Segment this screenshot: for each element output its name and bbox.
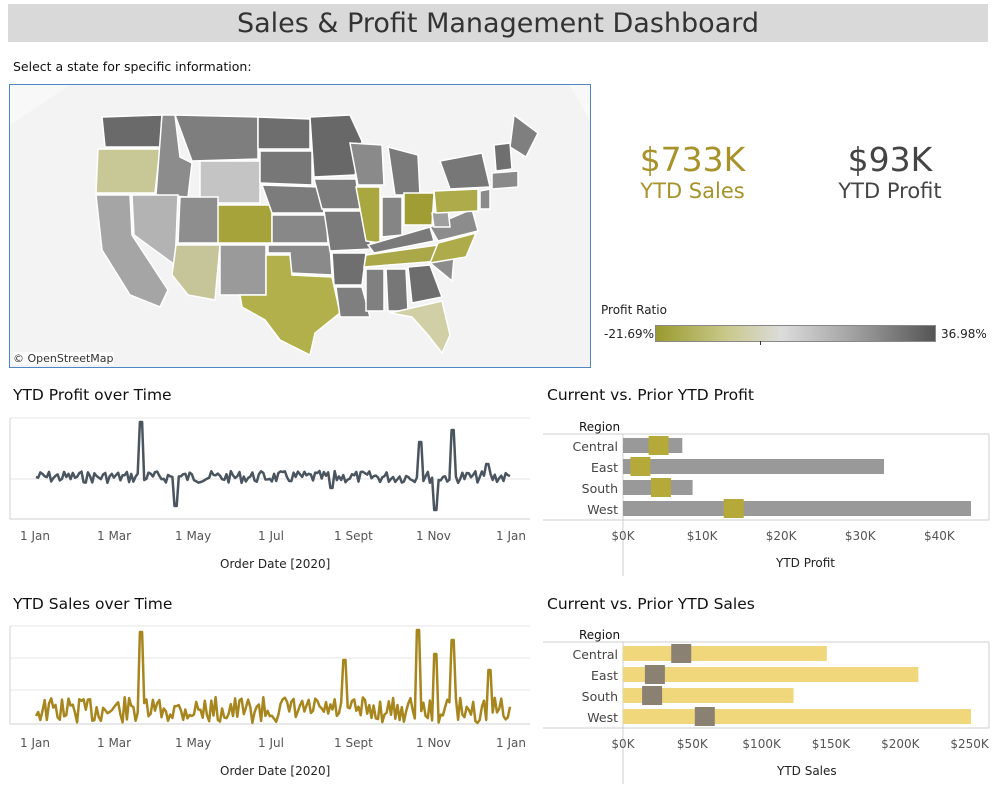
sales-bar-current-bar[interactable] xyxy=(623,667,919,682)
state-ms xyxy=(365,268,385,312)
sales-bar-xtick: $200K xyxy=(881,737,921,751)
legend-zero-tick xyxy=(760,341,761,345)
profit-bar-current-bar[interactable] xyxy=(623,501,971,516)
ytd-profit-kpi: $93K YTD Profit xyxy=(825,140,955,203)
sales-bar-xtitle: YTD Sales xyxy=(777,764,837,778)
sales-time-xtick: 1 Jan xyxy=(20,736,50,750)
profit-bar-prior-marker[interactable] xyxy=(630,457,651,476)
legend-max: 36.98% xyxy=(941,327,987,341)
state-nm xyxy=(219,244,267,296)
profit-time-chart[interactable] xyxy=(9,414,540,524)
profit-ratio-gradient xyxy=(655,325,936,342)
profit-bar-title: Current vs. Prior YTD Profit xyxy=(547,386,755,404)
state-or xyxy=(95,148,161,194)
profit-time-xtitle: Order Date [2020] xyxy=(220,557,331,571)
profit-time-xtick: 1 Jan xyxy=(496,529,526,543)
state-al xyxy=(385,268,409,312)
legend-min: -21.69% xyxy=(604,327,655,341)
profit-time-xtick: 1 Mar xyxy=(97,529,132,543)
sales-bar-xtick: $50K xyxy=(677,737,709,751)
profit-time-line xyxy=(35,420,511,512)
state-pa xyxy=(433,188,479,214)
ytd-sales-kpi: $733K YTD Sales xyxy=(630,140,755,203)
map-credit[interactable]: © OpenStreetMap xyxy=(13,352,114,365)
profit-bar-chart[interactable]: $0K $10K $20K $30K $40K xyxy=(543,433,990,579)
sales-bar-prior-marker[interactable] xyxy=(644,665,665,684)
state-nd xyxy=(257,116,311,150)
profit-bar-xtick: $0K xyxy=(611,529,635,543)
sales-time-xtick: 1 Nov xyxy=(416,736,451,750)
ytd-profit-label: YTD Profit xyxy=(838,179,942,203)
state-in xyxy=(381,196,403,238)
sales-time-xtick: 1 Jul xyxy=(258,736,284,750)
sales-time-chart[interactable] xyxy=(9,622,540,727)
ytd-sales-value: $733K xyxy=(639,140,746,179)
sales-bar-prior-marker[interactable] xyxy=(694,707,715,726)
sales-time-xtick: 1 May xyxy=(175,736,212,750)
profit-time-xtick: 1 May xyxy=(175,529,212,543)
state-nj xyxy=(479,188,491,210)
sales-time-line xyxy=(34,628,512,725)
state-oh xyxy=(403,192,435,226)
profit-time-title: YTD Profit over Time xyxy=(13,386,172,404)
sales-bar-xtick: $0K xyxy=(611,737,635,751)
sales-time-title: YTD Sales over Time xyxy=(13,595,173,613)
state-ia xyxy=(313,178,361,210)
sales-bar-chart[interactable]: $0K $50K $100K $150K $200K $250K xyxy=(543,641,990,787)
state-ks xyxy=(271,214,329,244)
profit-time-xtick: 1 Sept xyxy=(334,529,373,543)
profit-bar-current-bar[interactable] xyxy=(623,459,884,474)
sales-bar-prior-marker[interactable] xyxy=(671,644,692,663)
ytd-profit-value: $93K xyxy=(847,140,933,179)
sales-bar-xtick: $250K xyxy=(950,737,990,751)
map-prompt: Select a state for specific information: xyxy=(13,59,252,74)
sales-bar-xtick: $150K xyxy=(812,737,852,751)
profit-bar-xtitle: YTD Profit xyxy=(776,556,836,570)
state-ne xyxy=(260,184,325,214)
profit-region-header: Region xyxy=(579,420,621,434)
sales-time-xtitle: Order Date [2020] xyxy=(220,764,331,778)
profit-bar-xtick: $40K xyxy=(924,529,956,543)
profit-bar-prior-marker[interactable] xyxy=(650,478,671,497)
state-vt-nh xyxy=(493,142,513,172)
sales-bar-xtick: $100K xyxy=(742,737,782,751)
sales-time-xtick: 1 Sept xyxy=(334,736,373,750)
sales-time-xtick: 1 Jan xyxy=(496,736,526,750)
state-ar xyxy=(331,252,367,286)
state-ma-ct xyxy=(491,170,519,190)
profit-time-xtick: 1 Nov xyxy=(416,529,451,543)
map-canvas[interactable] xyxy=(10,85,591,368)
state-wa xyxy=(101,114,163,148)
profit-bar-xtick: $30K xyxy=(845,529,877,543)
profit-bar-xtick: $10K xyxy=(687,529,719,543)
profit-bar-xtick: $20K xyxy=(766,529,798,543)
profit-time-xtick: 1 Jan xyxy=(20,529,50,543)
sales-region-header: Region xyxy=(579,628,621,642)
dashboard-title: Sales & Profit Management Dashboard xyxy=(8,4,988,42)
legend-title: Profit Ratio xyxy=(601,303,667,317)
state-sd xyxy=(259,150,313,186)
ytd-sales-label: YTD Sales xyxy=(640,179,745,203)
profit-bar-prior-marker[interactable] xyxy=(723,499,744,518)
us-state-map[interactable]: © OpenStreetMap xyxy=(9,84,591,368)
sales-time-xtick: 1 Mar xyxy=(97,736,132,750)
profit-time-xtick: 1 Jul xyxy=(258,529,284,543)
state-co xyxy=(217,204,273,244)
sales-bar-current-bar[interactable] xyxy=(623,709,971,724)
sales-bar-prior-marker[interactable] xyxy=(642,686,663,705)
sales-bar-title: Current vs. Prior YTD Sales xyxy=(547,595,755,613)
profit-bar-prior-marker[interactable] xyxy=(648,436,669,455)
sales-bar-current-bar[interactable] xyxy=(623,646,827,661)
